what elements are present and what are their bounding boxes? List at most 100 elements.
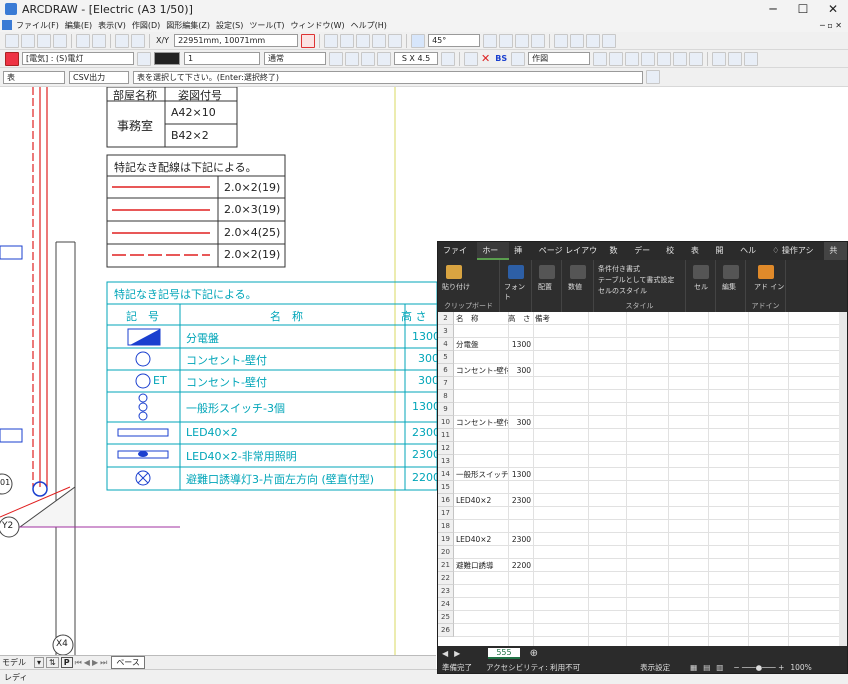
menu-window[interactable]: ウィンドウ(W) (290, 20, 344, 31)
new-icon[interactable] (5, 33, 19, 48)
cell-name[interactable]: 分電盤 (456, 338, 508, 351)
text-icon[interactable] (345, 51, 359, 66)
offset-icon[interactable] (531, 33, 546, 48)
command-prompt[interactable]: 表を選択して下さい。(Enter:選択終了) (133, 70, 643, 84)
scale-field[interactable]: S X 4.5 (394, 52, 438, 65)
cell-name[interactable]: コンセント-壁付 (456, 416, 508, 429)
row-header[interactable]: 9 (438, 403, 454, 416)
cell-style-button[interactable]: セルのスタイル (598, 286, 647, 296)
tab-view[interactable]: 表示 (686, 242, 711, 273)
row-header[interactable]: 17 (438, 507, 454, 520)
ellipse-icon[interactable] (673, 51, 688, 66)
cell-height[interactable]: 300 (508, 364, 532, 377)
percent-icon[interactable] (570, 265, 586, 279)
maximize-button[interactable]: ☐ (788, 0, 818, 18)
output-select[interactable]: CSV出力 (69, 70, 129, 84)
row-header[interactable]: 24 (438, 598, 454, 611)
type-select[interactable]: 表 (3, 70, 65, 84)
dim-icon-3[interactable] (586, 33, 601, 48)
print-icon[interactable] (53, 33, 67, 48)
row-header[interactable]: 23 (438, 585, 454, 598)
sheet-tab-555[interactable]: 555 (488, 647, 520, 659)
row-header[interactable]: 21 (438, 559, 454, 572)
row-header[interactable]: 19 (438, 533, 454, 546)
menu-view[interactable]: 表示(V) (98, 20, 126, 31)
angle-snap-icon[interactable] (411, 33, 426, 48)
row-header[interactable]: 13 (438, 455, 454, 468)
row-header[interactable]: 11 (438, 429, 454, 442)
menu-draw[interactable]: 作図(D) (132, 20, 160, 31)
addin-icon[interactable] (758, 265, 774, 279)
grid-icon[interactable] (131, 33, 145, 48)
row-header[interactable]: 15 (438, 481, 454, 494)
row-header[interactable]: 8 (438, 390, 454, 403)
zoom-icon[interactable] (356, 33, 371, 48)
add-sheet-icon[interactable]: ⊕ (530, 648, 538, 659)
paste-icon[interactable] (446, 265, 462, 279)
align-icon[interactable] (539, 265, 555, 279)
row-header[interactable]: 7 (438, 377, 454, 390)
menu-file[interactable]: ファイル(F) (16, 20, 59, 31)
tab-page-layout[interactable]: ページ レイアウト (534, 242, 605, 273)
menu-shape-edit[interactable]: 図形編集(Z) (166, 20, 210, 31)
tab-help[interactable]: ヘルプ (735, 242, 767, 273)
mode-select[interactable]: 作図 (528, 52, 591, 65)
circle-icon[interactable] (641, 51, 656, 66)
cell-note[interactable]: 備考 (535, 312, 585, 325)
row-header[interactable]: 18 (438, 520, 454, 533)
model-tab[interactable]: モデル (2, 657, 26, 668)
menu-settings[interactable]: 設定(S) (216, 20, 243, 31)
row-header[interactable]: 22 (438, 572, 454, 585)
dim-icon-1[interactable] (554, 33, 569, 48)
clear-icon[interactable] (511, 51, 526, 66)
mdi-controls[interactable]: ─ ▫ ✕ (820, 21, 842, 30)
undo-icon[interactable] (76, 33, 90, 48)
cell-height[interactable]: 300 (508, 416, 532, 429)
symbol-icon[interactable] (361, 51, 375, 66)
tab-data[interactable]: データ (629, 242, 661, 273)
cell-name[interactable]: 一般形スイッチ (456, 468, 508, 481)
tab-developer[interactable]: 開発 (710, 242, 735, 273)
dim-icon-4[interactable] (602, 33, 617, 48)
cell-height[interactable]: 2200 (508, 559, 532, 572)
next-page-icon[interactable]: ▶ (92, 658, 98, 667)
coord-field[interactable]: 22951mm, 10071mm (174, 34, 299, 47)
window-icon[interactable] (340, 33, 355, 48)
cells-icon[interactable] (693, 265, 709, 279)
font-icon[interactable] (508, 265, 524, 279)
page-break-view-icon[interactable]: ▥ (716, 663, 723, 672)
menu-tools[interactable]: ツール(T) (249, 20, 284, 31)
snap-icon[interactable] (115, 33, 129, 48)
row-header[interactable]: 20 (438, 546, 454, 559)
cell-height[interactable]: 2300 (508, 533, 532, 546)
color-icon[interactable] (137, 51, 151, 66)
arc-icon[interactable] (657, 51, 672, 66)
cell-height[interactable]: 2300 (508, 494, 532, 507)
cell-height[interactable]: 1300 (508, 338, 532, 351)
row-header[interactable]: 25 (438, 611, 454, 624)
dim-icon-2[interactable] (570, 33, 585, 48)
share-button[interactable]: 共有 (824, 242, 847, 273)
ortho-icon[interactable] (483, 33, 498, 48)
first-page-icon[interactable]: ⏮ (75, 658, 82, 668)
move-icon[interactable] (464, 51, 478, 66)
cancel-icon[interactable] (301, 33, 316, 48)
property-icon[interactable] (712, 51, 727, 66)
tab-review[interactable]: 校閲 (661, 242, 686, 273)
row-header[interactable]: 14 (438, 468, 454, 481)
cell-name[interactable]: LED40×2 (456, 494, 508, 507)
layer-icon[interactable] (324, 33, 339, 48)
table-format-button[interactable]: テーブルとして書式設定 (598, 275, 674, 285)
layer-manager-icon[interactable] (728, 51, 743, 66)
last-page-icon[interactable]: ⏭ (100, 658, 107, 668)
tell-me-search[interactable]: ♢ 操作アシス (767, 242, 822, 273)
cell-height[interactable]: 1300 (508, 468, 532, 481)
cell-name[interactable]: 名 称 (456, 312, 508, 325)
spreadsheet-grid[interactable]: 2名 称高 さ備考 3 4 分電盤 1300 5 6 コンセント-壁付 300 7 8 9 10 コンセン… (438, 312, 839, 646)
sheet-prev-icon[interactable]: ◀ (442, 649, 448, 658)
angle-select[interactable]: 45° (428, 34, 481, 47)
row-header[interactable]: 4 (438, 338, 454, 351)
normal-view-icon[interactable]: ▦ (690, 663, 697, 672)
cell-name[interactable]: コンセント-壁付 (456, 364, 508, 377)
cell-name[interactable]: 避難口誘導 (456, 559, 508, 572)
